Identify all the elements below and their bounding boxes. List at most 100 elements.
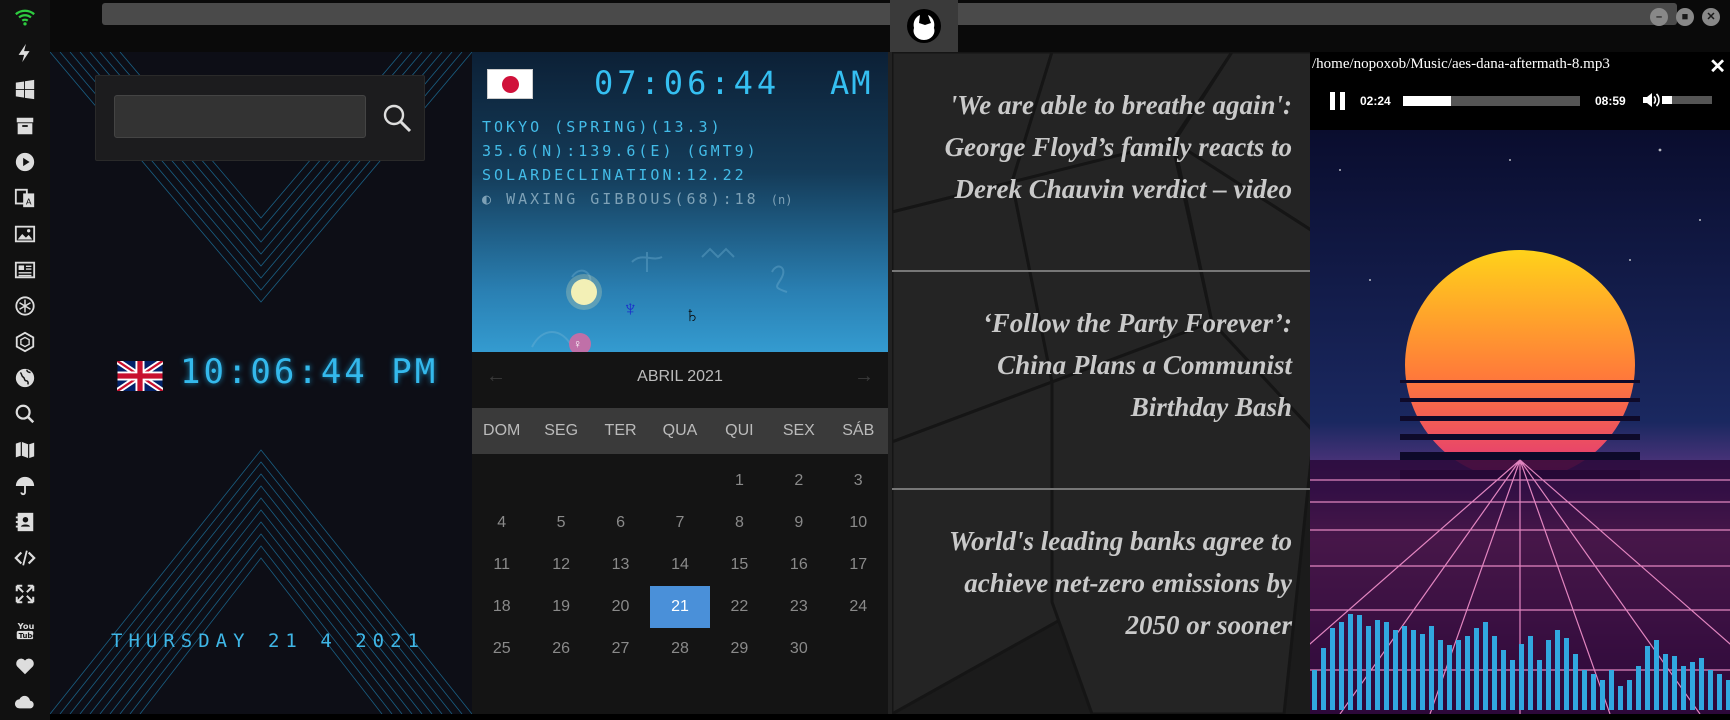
news-headline-2[interactable]: ‘Follow the Party Forever’: China Plans … xyxy=(912,302,1292,428)
calendar-day[interactable]: 13 xyxy=(591,544,650,586)
svg-text:A: A xyxy=(26,196,32,206)
visualizer-bar xyxy=(1537,660,1542,710)
calendar-day[interactable]: 1 xyxy=(710,460,769,502)
calendar-day[interactable]: 30 xyxy=(769,628,828,670)
news-headline-1[interactable]: 'We are able to breathe again': George F… xyxy=(912,84,1292,210)
visualizer-bar xyxy=(1429,626,1434,710)
rebel-alliance-tab[interactable] xyxy=(890,0,958,52)
search-icon[interactable] xyxy=(381,102,413,134)
visualizer-bar xyxy=(1402,626,1407,710)
visualizer-bar xyxy=(1726,680,1730,710)
heart-icon[interactable] xyxy=(12,653,38,679)
translate-icon[interactable]: A xyxy=(12,185,38,211)
calendar-day[interactable]: 26 xyxy=(531,628,590,670)
visualizer-bar xyxy=(1483,622,1488,710)
calendar-prev-button[interactable]: ← xyxy=(486,365,506,388)
visualizer-bar xyxy=(1564,638,1569,710)
visualizer-bar xyxy=(1690,662,1695,710)
visualizer-bar xyxy=(1672,656,1677,710)
calendar-day[interactable]: 6 xyxy=(591,502,650,544)
visualizer-bar xyxy=(1375,620,1380,710)
calendar-day[interactable]: 16 xyxy=(769,544,828,586)
visualizer-bar xyxy=(1519,644,1524,710)
calendar-day[interactable]: 24 xyxy=(829,586,888,628)
date-display: THURSDAY 21 4 2021 xyxy=(111,630,425,652)
calendar-day-today[interactable]: 21 xyxy=(650,586,710,628)
windows-icon[interactable] xyxy=(12,77,38,103)
code-icon[interactable] xyxy=(12,545,38,571)
search-icon[interactable] xyxy=(12,401,38,427)
calendar-day[interactable]: 14 xyxy=(650,544,709,586)
calendar-day[interactable]: 4 xyxy=(472,502,531,544)
uk-clock-time: 10:06:44 PM xyxy=(180,352,439,392)
visualizer-bar xyxy=(1357,615,1362,710)
calendar-empty-cell xyxy=(591,460,650,502)
wifi-icon[interactable] xyxy=(12,4,38,30)
calendar-day[interactable]: 20 xyxy=(591,586,650,628)
globe-icon[interactable] xyxy=(12,365,38,391)
maximize-button[interactable]: ■ xyxy=(1676,8,1694,26)
newspaper-icon[interactable] xyxy=(12,257,38,283)
play-icon[interactable] xyxy=(12,149,38,175)
calendar-day[interactable]: 23 xyxy=(769,586,828,628)
volume-slider[interactable] xyxy=(1662,96,1712,104)
seek-bar-fill xyxy=(1403,96,1451,106)
calendar-day[interactable]: 25 xyxy=(472,628,531,670)
calendar-day[interactable]: 9 xyxy=(769,502,828,544)
volume-icon[interactable] xyxy=(1641,90,1661,110)
visualizer-bar xyxy=(1591,674,1596,710)
calendar-day[interactable]: 18 xyxy=(472,586,531,628)
calendar-day[interactable]: 28 xyxy=(650,628,709,670)
visualizer-bar xyxy=(1438,640,1443,710)
calendar-day[interactable]: 15 xyxy=(710,544,769,586)
visualizer-bar xyxy=(1474,628,1479,710)
youtube-icon[interactable]: You Tube xyxy=(12,617,38,643)
minimize-button[interactable]: – xyxy=(1650,8,1668,26)
total-time: 08:59 xyxy=(1595,94,1626,108)
audio-visualizer xyxy=(1312,614,1730,710)
atom-icon[interactable] xyxy=(12,293,38,319)
calendar-day[interactable]: 19 xyxy=(531,586,590,628)
search-input[interactable] xyxy=(114,95,366,138)
visualizer-bar xyxy=(1348,614,1353,710)
calendar-weekdays: DOM SEG TER QUA QUI SEX SÁB xyxy=(472,408,888,454)
calendar-weekday: QUI xyxy=(725,422,754,439)
calendar-day[interactable]: 11 xyxy=(472,544,531,586)
calendar-day[interactable]: 27 xyxy=(591,628,650,670)
calendar-day[interactable]: 7 xyxy=(650,502,709,544)
tokyo-solar-line: SOLARDECLINATION:12.22 xyxy=(482,166,747,184)
news-headline-3[interactable]: World's leading banks agree to achieve n… xyxy=(912,520,1292,646)
news-divider xyxy=(892,270,1310,272)
svg-text:You: You xyxy=(17,621,35,631)
image-icon[interactable] xyxy=(12,221,38,247)
calendar-day[interactable]: 2 xyxy=(769,460,828,502)
map-icon[interactable] xyxy=(12,437,38,463)
seek-bar[interactable] xyxy=(1403,96,1580,106)
calendar-next-button[interactable]: → xyxy=(854,365,874,388)
calendar-day[interactable]: 29 xyxy=(710,628,769,670)
visualizer-bar xyxy=(1627,680,1632,710)
contacts-icon[interactable] xyxy=(12,509,38,535)
calendar-week-row: 18 19 20 21 22 23 24 xyxy=(472,586,888,628)
calendar-week-row: 123 xyxy=(472,460,888,502)
close-window-button[interactable]: ✕ xyxy=(1702,8,1720,26)
calendar-day[interactable]: 10 xyxy=(829,502,888,544)
calendar-day[interactable]: 12 xyxy=(531,544,590,586)
visualizer-bar xyxy=(1447,645,1452,710)
archive-icon[interactable] xyxy=(12,113,38,139)
lightning-icon[interactable] xyxy=(12,40,38,66)
hexagon-icon[interactable] xyxy=(12,329,38,355)
visualizer-bar xyxy=(1663,654,1668,710)
pause-button[interactable] xyxy=(1330,92,1346,110)
umbrella-icon[interactable] xyxy=(12,473,38,499)
calendar-weekday: DOM xyxy=(483,422,521,439)
fullscreen-icon[interactable] xyxy=(12,581,38,607)
calendar-day[interactable]: 17 xyxy=(829,544,888,586)
calendar-day[interactable]: 5 xyxy=(531,502,590,544)
calendar-day[interactable]: 22 xyxy=(710,586,769,628)
media-close-button[interactable]: ✕ xyxy=(1709,54,1726,79)
calendar-day[interactable]: 3 xyxy=(829,460,888,502)
calendar-day[interactable]: 8 xyxy=(710,502,769,544)
visualizer-bar xyxy=(1465,636,1470,710)
cloud-icon[interactable] xyxy=(12,689,38,715)
